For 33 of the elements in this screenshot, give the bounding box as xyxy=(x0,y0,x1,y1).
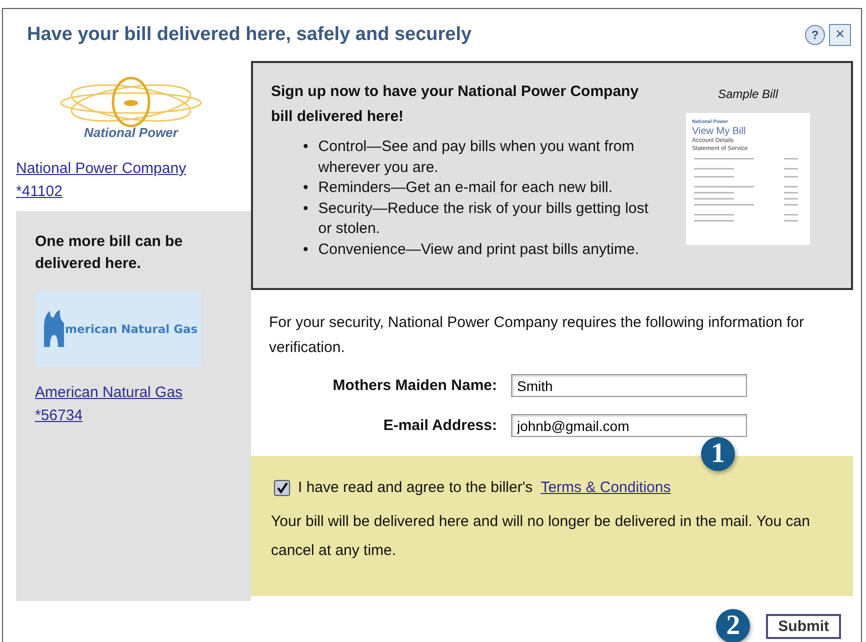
company-logo: National Power xyxy=(51,75,211,143)
window-title: Have your bill delivered here, safely and securely xyxy=(27,24,472,46)
sample-caption: Sample Bill xyxy=(718,87,778,101)
agree-checkbox[interactable] xyxy=(274,480,290,496)
bullet-mark: • xyxy=(303,198,308,218)
field-label: Mothers Maiden Name: xyxy=(332,377,497,394)
terms-link[interactable]: Terms & Conditions xyxy=(540,476,671,499)
benefit-item: Security—Reduce the risk of your bills getting lost or stolen. xyxy=(318,198,650,239)
bill-title: View My Bill xyxy=(692,126,747,137)
gas-company-logo: merican Natural Gas xyxy=(35,291,201,367)
bullet-mark: • xyxy=(303,178,308,198)
bullet-mark: • xyxy=(303,240,308,260)
account-link[interactable]: *41102 xyxy=(16,180,251,203)
callout-badge: 1 xyxy=(701,437,735,471)
benefit-item: Control—See and pay bills when you want from wherever you are. xyxy=(318,137,636,178)
signup-heading: Sign up now to have your National Power Company bill delivered here! xyxy=(271,82,640,127)
bullet-mark: • xyxy=(303,137,308,157)
benefit-item: Reminders—Get an e-mail for each new bill. xyxy=(318,178,613,198)
help-icon[interactable]: ? xyxy=(805,25,825,45)
biller-link[interactable]: American Natural Gas xyxy=(35,381,232,404)
callout-badge: 2 xyxy=(716,609,750,642)
submit-button[interactable]: Submit xyxy=(766,614,841,638)
input-field[interactable]: Smith xyxy=(511,374,747,397)
benefit-item: Convenience—View and print past bills anytime. xyxy=(318,240,639,260)
input-field[interactable]: johnb@gmail.com xyxy=(511,414,747,437)
close-button[interactable]: × xyxy=(829,24,851,46)
biller-link[interactable]: National Power Company xyxy=(16,157,251,180)
agree-label: I have read and agree to the biller's xyxy=(298,478,533,498)
more-bills-message: One more bill can be delivered here. xyxy=(35,232,184,274)
delivery-note: Your bill will be delivered here and will no longer be delivered in the mail. You can cancel at any time. xyxy=(271,512,811,561)
field-label: E-mail Address: xyxy=(382,417,497,434)
verification-intro: For your security, National Power Company requires the following information for verification. xyxy=(269,313,805,358)
account-link[interactable]: *56734 xyxy=(35,404,232,427)
